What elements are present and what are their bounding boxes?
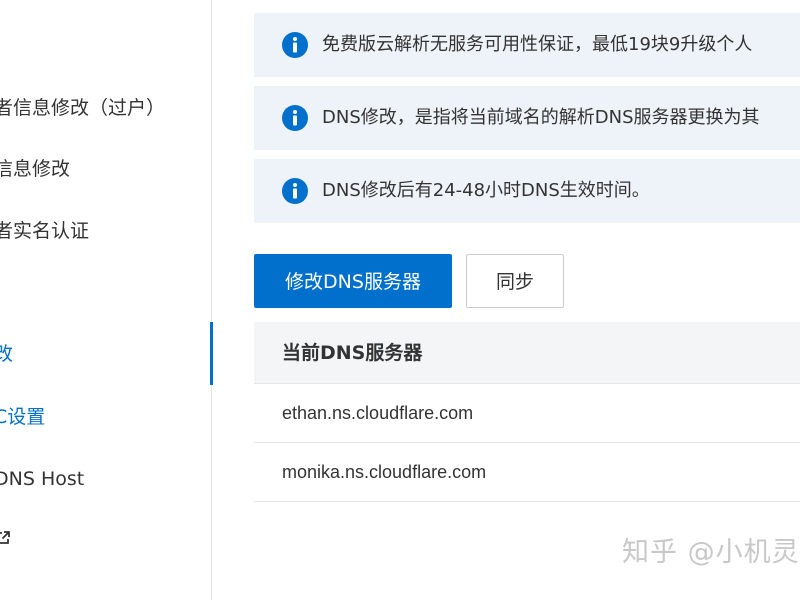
notice-free-plan: 免费版云解析无服务可用性保证，最低19块9升级个人 <box>254 13 800 77</box>
info-icon <box>282 32 308 58</box>
main-content: 免费版云解析无服务可用性保证，最低19块9升级个人 DNS修改，是指将当前域名的… <box>212 0 800 600</box>
notice-text: DNS修改，是指将当前域名的解析DNS服务器更换为其 <box>322 107 760 128</box>
info-icon <box>282 105 308 131</box>
dns-server-table: 当前DNS服务器 ethan.ns.cloudflare.com monika.… <box>254 322 800 502</box>
table-header: 当前DNS服务器 <box>254 322 800 384</box>
watermark: 知乎 @小机灵 <box>622 537 800 568</box>
sidebar-item-real-name-auth[interactable]: 者实名认证 <box>0 211 89 251</box>
notice-dns-effect-time: DNS修改后有24-48小时DNS生效时间。 <box>254 159 800 223</box>
notice-text: 免费版云解析无服务可用性保证，最低19块9升级个人 <box>322 34 753 55</box>
notice-dns-modify: DNS修改，是指将当前域名的解析DNS服务器更换为其 <box>254 86 800 150</box>
sidebar-item-info-modify[interactable]: 信息修改 <box>0 149 70 189</box>
sidebar-item-settings[interactable]: C设置 <box>0 397 45 437</box>
sidebar-item-dns-host[interactable]: DNS Host <box>0 459 84 499</box>
external-link-icon[interactable] <box>0 531 10 545</box>
modify-dns-server-button[interactable]: 修改DNS服务器 <box>254 254 452 308</box>
table-row: ethan.ns.cloudflare.com <box>254 384 800 443</box>
notice-text: DNS修改后有24-48小时DNS生效时间。 <box>322 180 650 201</box>
table-row: monika.ns.cloudflare.com <box>254 443 800 502</box>
sidebar-item-owner-transfer[interactable]: 者信息修改（过户） <box>0 88 165 128</box>
sync-button[interactable]: 同步 <box>466 254 564 308</box>
info-icon <box>282 178 308 204</box>
sidebar: 者信息修改（过户） 信息修改 者实名认证 改 C设置 DNS Host <box>0 0 213 600</box>
sidebar-item-dns-modify[interactable]: 改 <box>0 334 13 374</box>
